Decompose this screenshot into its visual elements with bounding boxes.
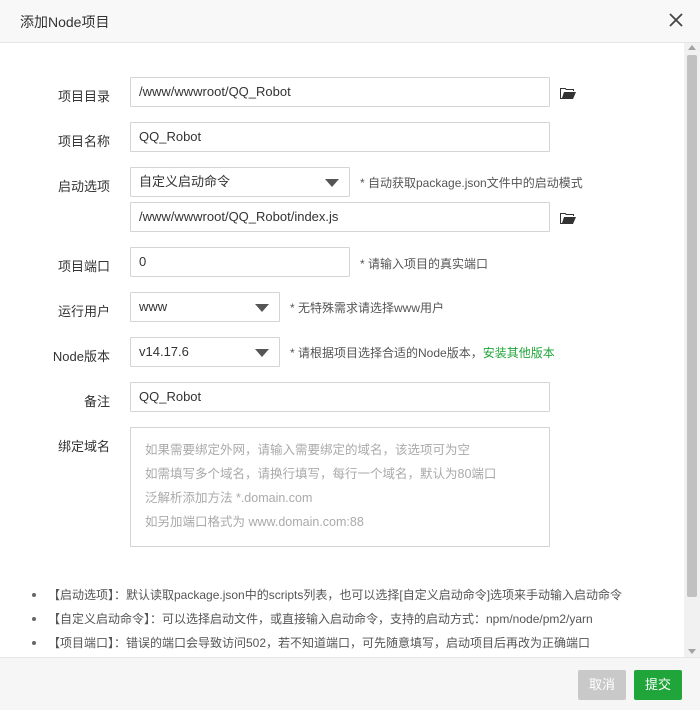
project-name-label: 项目名称 bbox=[57, 134, 110, 149]
chevron-down-icon bbox=[255, 349, 269, 357]
bullet-icon bbox=[32, 593, 36, 597]
cancel-button[interactable]: 取消 bbox=[578, 670, 626, 700]
bullet-icon bbox=[32, 641, 36, 645]
install-other-version-link[interactable]: 安装其他版本 bbox=[483, 346, 555, 360]
scrollbar-thumb[interactable] bbox=[687, 55, 697, 597]
scroll-up-icon[interactable] bbox=[688, 45, 696, 50]
dialog-footer: 取消 提交 bbox=[0, 657, 700, 710]
domain-placeholder-line: 如果需要绑定外网，请输入需要绑定的域名，该选项可为空 bbox=[145, 443, 471, 457]
folder-open-icon[interactable] bbox=[560, 86, 576, 100]
dialog-title: 添加Node项目 bbox=[20, 14, 110, 30]
project-name-input[interactable]: QQ_Robot bbox=[130, 122, 550, 152]
tip-text: 【启动选项】：默认读取package.json中的scripts列表，也可以选择… bbox=[48, 588, 623, 602]
domain-label: 绑定域名 bbox=[57, 439, 110, 454]
node-version-hint-text: * 请根据项目选择合适的Node版本， bbox=[290, 346, 483, 360]
project-dir-label: 项目目录 bbox=[57, 89, 110, 104]
tips-list: 【启动选项】：默认读取package.json中的scripts列表，也可以选择… bbox=[30, 583, 680, 655]
submit-button[interactable]: 提交 bbox=[634, 670, 682, 700]
domain-placeholder-line: 泛解析添加方法 *.domain.com bbox=[145, 491, 313, 505]
start-option-select[interactable]: 自定义启动命令 bbox=[130, 167, 350, 197]
tip-item: 【启动选项】：默认读取package.json中的scripts列表，也可以选择… bbox=[30, 583, 680, 607]
scroll-down-icon[interactable] bbox=[688, 649, 696, 654]
run-user-select[interactable]: www bbox=[130, 292, 280, 322]
start-option-label: 启动选项 bbox=[57, 179, 110, 194]
tip-text: 【项目端口】：错误的端口会导致访问502，若不知道端口，可先随意填写，启动项目后… bbox=[48, 636, 591, 650]
start-file-input[interactable]: /www/wwwroot/QQ_Robot/index.js bbox=[130, 202, 550, 232]
project-port-label: 项目端口 bbox=[57, 259, 110, 274]
run-user-value: www bbox=[139, 299, 168, 314]
start-option-hint: * 自动获取package.json文件中的启动模式 bbox=[360, 176, 583, 190]
dialog-titlebar: 添加Node项目 bbox=[0, 0, 700, 43]
domain-placeholder-line: 如另加端口格式为 www.domain.com:88 bbox=[145, 515, 364, 529]
chevron-down-icon bbox=[325, 179, 339, 187]
close-icon[interactable] bbox=[666, 10, 686, 30]
project-port-hint: * 请输入项目的真实端口 bbox=[360, 257, 489, 271]
tip-item: 【项目端口】：错误的端口会导致访问502，若不知道端口，可先随意填写，启动项目后… bbox=[30, 631, 680, 655]
vertical-scrollbar[interactable] bbox=[684, 43, 700, 657]
run-user-hint: * 无特殊需求请选择www用户 bbox=[290, 301, 445, 315]
project-port-input[interactable]: 0 bbox=[130, 247, 350, 277]
node-version-label: Node版本 bbox=[52, 349, 110, 364]
remark-input[interactable]: QQ_Robot bbox=[130, 382, 550, 412]
tip-text: 【自定义启动命令】：可以选择启动文件，或直接输入启动命令，支持的启动方式：npm… bbox=[48, 612, 593, 626]
node-version-hint: * 请根据项目选择合适的Node版本，安装其他版本 bbox=[290, 344, 555, 361]
domain-placeholder-line: 如需填写多个域名，请换行填写，每行一个域名，默认为80端口 bbox=[145, 467, 497, 481]
dialog-body: 项目目录 /www/wwwroot/QQ_Robot 项目名称 QQ_Robot… bbox=[0, 43, 684, 657]
chevron-down-icon bbox=[255, 304, 269, 312]
project-dir-input[interactable]: /www/wwwroot/QQ_Robot bbox=[130, 77, 550, 107]
domain-textarea[interactable]: 如果需要绑定外网，请输入需要绑定的域名，该选项可为空 如需填写多个域名，请换行填… bbox=[130, 427, 550, 547]
tip-item: 【自定义启动命令】：可以选择启动文件，或直接输入启动命令，支持的启动方式：npm… bbox=[30, 607, 680, 631]
remark-label: 备注 bbox=[83, 394, 110, 409]
run-user-label: 运行用户 bbox=[57, 304, 110, 319]
folder-open-icon[interactable] bbox=[560, 211, 576, 225]
bullet-icon bbox=[32, 617, 36, 621]
node-version-value: v14.17.6 bbox=[139, 344, 189, 359]
start-option-value: 自定义启动命令 bbox=[139, 174, 231, 189]
node-version-select[interactable]: v14.17.6 bbox=[130, 337, 280, 367]
